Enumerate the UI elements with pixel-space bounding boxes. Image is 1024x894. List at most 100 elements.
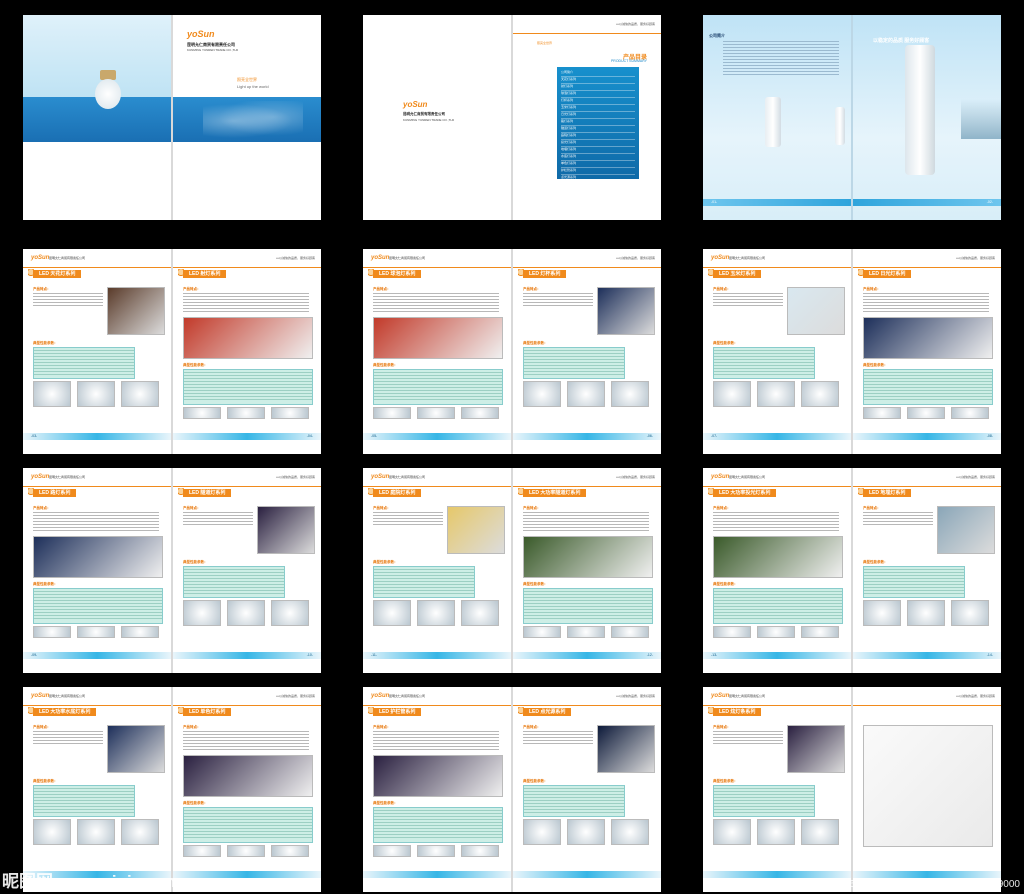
text-line bbox=[863, 293, 989, 294]
spec-table bbox=[33, 347, 135, 379]
text-line bbox=[713, 521, 839, 522]
product-thumb bbox=[757, 819, 795, 845]
text-line bbox=[523, 530, 649, 531]
specs-label: 典型性能参数： bbox=[33, 582, 58, 586]
section-title: LED 日光灯系列 bbox=[863, 270, 912, 278]
section-title: LED 玉米灯系列 bbox=[713, 270, 762, 278]
header-rule bbox=[23, 486, 171, 487]
product-thumb bbox=[801, 381, 839, 407]
product-spread[interactable]: yoSun 昆明允仁商贸有限责任公司 LED 路灯系列 产品特点： 典型性能参数： -09… bbox=[23, 468, 321, 673]
toc-item[interactable]: 射灯系列 bbox=[561, 84, 635, 91]
toc-item[interactable]: 球泡灯系列 bbox=[561, 91, 635, 98]
toc-item[interactable]: 水底灯系列 bbox=[561, 154, 635, 161]
product-spread[interactable]: yoSun 昆明允仁商贸有限责任公司 LED 庭院灯系列 产品特点： 典型性能参数： -1… bbox=[363, 468, 661, 673]
specs-label: 典型性能参数： bbox=[713, 582, 738, 586]
text-line bbox=[863, 518, 933, 519]
section-title: LED 灯杯系列 bbox=[523, 270, 567, 278]
header-logo: yoSun bbox=[31, 474, 50, 480]
text-line bbox=[523, 293, 593, 294]
text-line bbox=[183, 746, 309, 747]
spec-row bbox=[34, 616, 162, 619]
toc-item[interactable]: 点光源系列 bbox=[561, 175, 635, 182]
text-line bbox=[523, 743, 593, 744]
body-text bbox=[373, 512, 443, 527]
header-company: 昆明允仁商贸有限责任公司 bbox=[389, 475, 426, 479]
body-text bbox=[863, 512, 933, 527]
product-thumb bbox=[121, 381, 159, 407]
right-page: •••以诚信的品质，服务好顾客 LED 单色灯系列 产品特点： 典型性能参数： bbox=[173, 687, 321, 892]
page-number: -08- bbox=[986, 434, 993, 438]
text-line bbox=[373, 308, 499, 309]
intro-spread[interactable]: 公司简介 -01- 以稳定的品质 服务好顾客 -02- bbox=[703, 15, 1001, 220]
body-text bbox=[523, 731, 593, 746]
text-line bbox=[523, 527, 649, 528]
intro-photo-page: 以稳定的品质 服务好顾客 -02- bbox=[853, 15, 1001, 220]
left-page: yoSun 昆明允仁商贸有限责任公司 LED 大功率投光灯系列 产品特点： 典型性能参数… bbox=[703, 468, 851, 673]
page-number: -14- bbox=[986, 653, 993, 657]
features-label: 产品特点： bbox=[523, 506, 541, 510]
text-line bbox=[713, 731, 783, 732]
text-line bbox=[373, 524, 443, 525]
header-rule bbox=[703, 486, 851, 487]
text-line bbox=[523, 512, 649, 513]
toc-spread[interactable]: yoSun 昆明允仁商贸有限责任公司 KUNMING YUNREN TRADE … bbox=[363, 15, 661, 220]
toc-item[interactable]: 公司简介 bbox=[561, 70, 635, 77]
toc-item[interactable]: 庭院灯系列 bbox=[561, 133, 635, 140]
text-line bbox=[713, 734, 783, 735]
product-spread[interactable]: yoSun 昆明允仁商贸有限责任公司 LED 球泡灯系列 产品特点： 典型性能参数： -0… bbox=[363, 249, 661, 454]
header-logo: yoSun bbox=[31, 693, 50, 699]
toc-item[interactable]: 单色灯系列 bbox=[561, 161, 635, 168]
product-image bbox=[863, 317, 993, 359]
text-line bbox=[33, 737, 103, 738]
product-image bbox=[787, 287, 845, 335]
city-skyline-image bbox=[961, 99, 1001, 139]
text-line bbox=[863, 299, 989, 300]
toc-item[interactable]: 天花灯系列 bbox=[561, 77, 635, 84]
toc-item[interactable]: 地埋灯系列 bbox=[561, 147, 635, 154]
spec-table bbox=[863, 369, 993, 405]
product-spread[interactable]: yoSun 昆明允仁商贸有限责任公司 LED 炫灯条系列 产品特点： 典型性能参数： ••… bbox=[703, 687, 1001, 892]
cover-spread[interactable]: 深圳市XXXXXXXXXXX XXXXXXXXXXXXXXX yoSun 昆明允… bbox=[23, 15, 321, 220]
product-thumb bbox=[373, 845, 411, 857]
product-spread[interactable]: yoSun 昆明允仁商贸有限责任公司 LED 护栏管系列 产品特点： 典型性能参数： ••… bbox=[363, 687, 661, 892]
header-rule bbox=[363, 705, 511, 706]
text-line bbox=[33, 530, 159, 531]
product-spread[interactable]: yoSun 昆明允仁商贸有限责任公司 LED 天花灯系列 产品特点： 典型性能参数： -0… bbox=[23, 249, 321, 454]
text-line bbox=[713, 737, 783, 738]
spec-table bbox=[713, 347, 815, 379]
toc-item[interactable]: 路灯系列 bbox=[561, 119, 635, 126]
toc-item[interactable]: 灯条系列 bbox=[561, 182, 635, 189]
toc-item[interactable]: 护栏管系列 bbox=[561, 168, 635, 175]
product-thumb bbox=[523, 381, 561, 407]
toc-item[interactable]: 投光灯系列 bbox=[561, 140, 635, 147]
features-label: 产品特点： bbox=[373, 506, 391, 510]
product-thumb bbox=[713, 626, 751, 638]
spec-row bbox=[864, 591, 964, 594]
product-thumb bbox=[77, 819, 115, 845]
right-page: •••以诚信的品质，服务好顾客 LED 大功率隧道灯系列 产品特点： 典型性能参数： -… bbox=[513, 468, 661, 673]
spec-table bbox=[373, 566, 475, 598]
text-line bbox=[183, 311, 309, 312]
spec-table bbox=[523, 785, 625, 817]
product-thumb bbox=[863, 600, 901, 626]
toc-item[interactable]: 隧道灯系列 bbox=[561, 126, 635, 133]
toc-item[interactable]: 灯杯系列 bbox=[561, 98, 635, 105]
product-spread[interactable]: yoSun 昆明允仁商贸有限责任公司 LED 玉米灯系列 产品特点： 典型性能参数： -0… bbox=[703, 249, 1001, 454]
footer-band bbox=[703, 871, 851, 878]
text-line bbox=[713, 305, 783, 306]
spec-table bbox=[373, 369, 503, 405]
product-spread[interactable]: yoSun 昆明允仁商贸有限责任公司 LED 大功率水底灯系列 产品特点： 典型性能参数… bbox=[23, 687, 321, 892]
spec-table bbox=[183, 566, 285, 598]
toc-item[interactable]: 日光灯系列 bbox=[561, 112, 635, 119]
footer-band bbox=[173, 652, 321, 659]
header-company: 昆明允仁商贸有限责任公司 bbox=[389, 256, 426, 260]
footer-band bbox=[853, 433, 1001, 440]
text-line bbox=[373, 746, 499, 747]
product-thumb bbox=[271, 407, 309, 419]
intro-title: 公司简介 bbox=[709, 33, 725, 38]
text-line bbox=[183, 518, 253, 519]
product-spread[interactable]: yoSun 昆明允仁商贸有限责任公司 LED 大功率投光灯系列 产品特点： 典型性能参数… bbox=[703, 468, 1001, 673]
body-text bbox=[373, 293, 499, 314]
spec-table bbox=[863, 566, 965, 598]
toc-item[interactable]: 玉米灯系列 bbox=[561, 105, 635, 112]
